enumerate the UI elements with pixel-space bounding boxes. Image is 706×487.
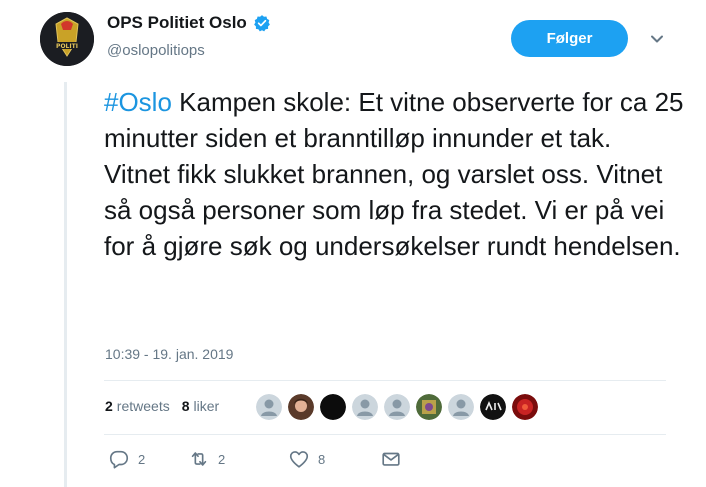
- avatar-text: POLITI: [56, 43, 78, 50]
- retweet-button[interactable]: 2: [188, 448, 288, 470]
- user-handle[interactable]: @oslopolitiops: [107, 42, 205, 59]
- likes-count: 8: [181, 398, 190, 414]
- police-badge-icon: POLITI: [40, 12, 94, 66]
- verified-badge-icon: [253, 15, 270, 32]
- action-bar: 2 2 8: [108, 448, 402, 470]
- likes-label: liker: [193, 398, 220, 414]
- following-button[interactable]: Følger: [511, 20, 628, 57]
- user-photo-icon: [288, 394, 314, 420]
- default-user-icon: [384, 394, 410, 420]
- default-user-icon: [352, 394, 378, 420]
- logo-avatar-icon: [480, 394, 506, 420]
- tweet-body: Kampen skole: Et vitne observerte for ca…: [104, 87, 684, 261]
- like-count: 8: [318, 451, 326, 467]
- default-user-icon: [448, 394, 474, 420]
- liker-avatar[interactable]: [480, 394, 506, 420]
- tweet-text: #Oslo Kampen skole: Et vitne observerte …: [104, 84, 684, 264]
- hashtag-link[interactable]: #Oslo: [104, 87, 172, 117]
- divider: [104, 434, 666, 435]
- colorful-avatar-icon: [416, 394, 442, 420]
- red-avatar-icon: [512, 394, 538, 420]
- reply-icon: [109, 450, 129, 469]
- name-row: OPS Politiet Oslo: [107, 13, 271, 33]
- like-button[interactable]: 8: [288, 448, 380, 470]
- thread-rule: [64, 82, 67, 487]
- liker-avatar[interactable]: [288, 394, 314, 420]
- chevron-down-icon[interactable]: [646, 28, 668, 50]
- liker-avatar[interactable]: [448, 394, 474, 420]
- reply-count: 2: [138, 451, 146, 467]
- engagement-stats: 2 retweets 8 liker: [105, 398, 225, 414]
- avatar[interactable]: POLITI: [40, 12, 94, 66]
- direct-message-button[interactable]: [380, 448, 402, 470]
- liker-avatar[interactable]: [352, 394, 378, 420]
- likes-stat[interactable]: 8 liker: [182, 398, 219, 414]
- envelope-icon: [382, 452, 400, 466]
- retweet-icon: [191, 452, 207, 466]
- liker-avatar[interactable]: [384, 394, 410, 420]
- liker-avatars: [256, 394, 538, 420]
- retweet-count: 2: [218, 451, 226, 467]
- retweets-label: retweets: [116, 398, 170, 414]
- tweet-header: POLITI OPS Politiet Oslo @oslopolitiops …: [0, 0, 706, 82]
- divider: [104, 380, 666, 381]
- liker-avatar[interactable]: [416, 394, 442, 420]
- display-name[interactable]: OPS Politiet Oslo: [107, 13, 247, 33]
- dark-avatar-icon: [320, 394, 346, 420]
- liker-avatar[interactable]: [320, 394, 346, 420]
- retweets-count: 2: [105, 398, 113, 414]
- liker-avatar[interactable]: [512, 394, 538, 420]
- tweet-timestamp[interactable]: 10:39 - 19. jan. 2019: [105, 346, 233, 362]
- default-user-icon: [256, 394, 282, 420]
- liker-avatar[interactable]: [256, 394, 282, 420]
- reply-button[interactable]: 2: [108, 448, 188, 470]
- heart-icon: [289, 451, 309, 468]
- retweets-stat[interactable]: 2 retweets: [105, 398, 170, 414]
